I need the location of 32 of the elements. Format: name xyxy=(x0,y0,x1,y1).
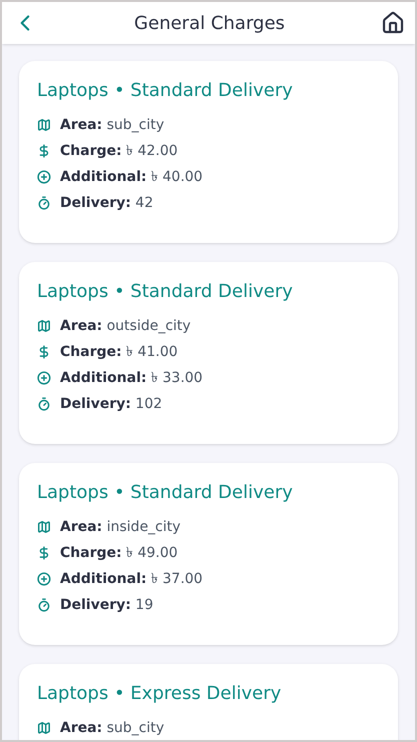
plus-circle-icon xyxy=(37,371,51,385)
field-text: Area: inside_city xyxy=(60,518,181,536)
stopwatch-icon xyxy=(37,397,51,411)
field-text: Additional: ৳ 40.00 xyxy=(60,168,203,186)
dollar-icon xyxy=(37,345,51,359)
field-text: Additional: ৳ 37.00 xyxy=(60,570,203,588)
dollar-icon xyxy=(37,546,51,560)
map-icon xyxy=(37,721,51,735)
card-title: Laptops • Standard Delivery xyxy=(37,79,294,103)
stopwatch-icon xyxy=(37,598,51,612)
field-text: Delivery: 19 xyxy=(60,596,154,614)
dollar-icon xyxy=(37,144,51,158)
card-title: Laptops • Standard Delivery xyxy=(37,280,294,304)
plus-circle-icon xyxy=(37,170,51,184)
field-text: Delivery: 102 xyxy=(60,394,162,414)
map-icon xyxy=(37,319,51,333)
map-icon xyxy=(37,118,51,132)
field-text: Area: sub_city xyxy=(60,116,164,134)
card-title: Laptops • Standard Delivery xyxy=(37,481,294,505)
field-text: Area: sub_city xyxy=(60,718,164,738)
field-text: Additional: ৳ 33.00 xyxy=(60,368,203,388)
page-title: General Charges xyxy=(134,12,285,36)
plus-circle-icon xyxy=(37,572,51,586)
stopwatch-icon xyxy=(37,196,51,210)
home-button[interactable] xyxy=(380,11,405,35)
map-icon xyxy=(37,520,51,534)
field-text: Delivery: 42 xyxy=(60,194,154,212)
card-title: Laptops • Express Delivery xyxy=(37,682,282,706)
field-text: Area: outside_city xyxy=(60,316,191,336)
field-text: Charge: ৳ 49.00 xyxy=(60,544,178,562)
field-text: Charge: ৳ 41.00 xyxy=(60,342,178,362)
field-text: Charge: ৳ 42.00 xyxy=(60,142,178,160)
